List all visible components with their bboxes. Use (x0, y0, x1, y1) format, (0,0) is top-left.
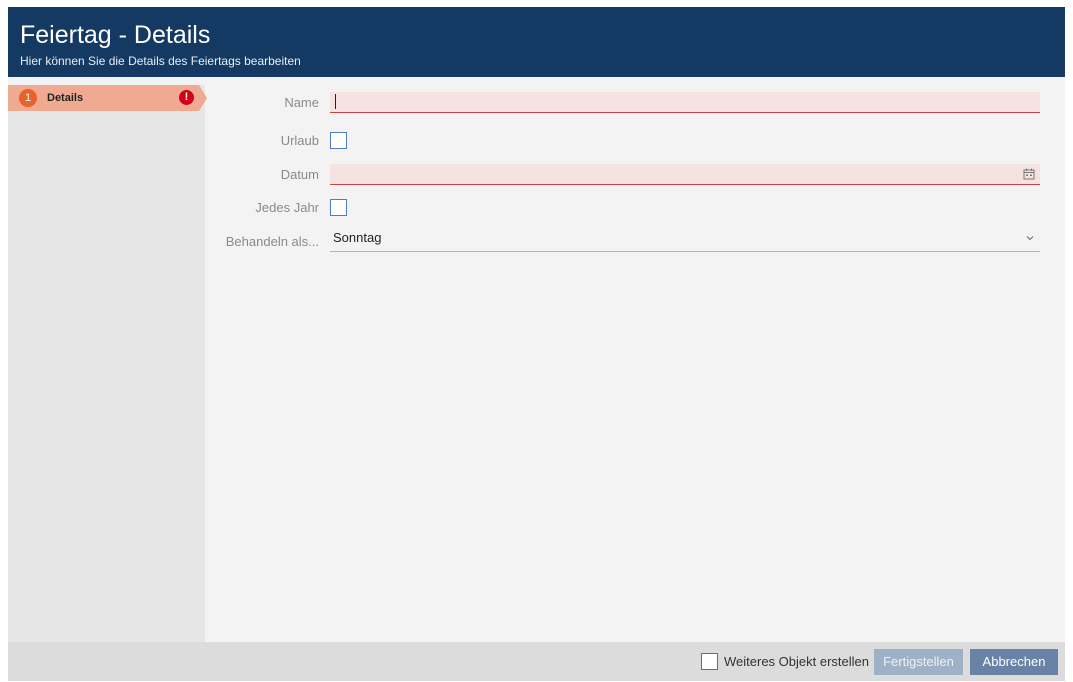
error-exclamation-icon: ! (179, 90, 194, 105)
vacation-label: Urlaub (280, 133, 319, 148)
treat-as-value: Sonntag (333, 230, 382, 245)
name-label: Name (284, 95, 319, 110)
finish-button[interactable]: Fertigstellen (874, 649, 963, 675)
cancel-button[interactable]: Abbrechen (970, 649, 1058, 675)
treat-as-select[interactable]: Sonntag (330, 227, 1040, 252)
dialog-title: Feiertag - Details (20, 21, 211, 49)
date-input[interactable] (330, 164, 1040, 185)
calendar-icon[interactable] (1023, 168, 1035, 180)
step-details[interactable]: 1 Details ! (8, 85, 199, 111)
every-year-checkbox[interactable] (330, 199, 347, 216)
create-another-checkbox[interactable] (701, 653, 718, 670)
step-label: Details (47, 92, 84, 104)
holiday-details-dialog: Feiertag - Details Hier können Sie die D… (8, 7, 1065, 681)
dialog-footer: Weiteres Objekt erstellen Fertigstellen … (8, 642, 1065, 681)
treat-as-label: Behandeln als... (225, 234, 319, 249)
vacation-checkbox[interactable] (330, 132, 347, 149)
dialog-subtitle: Hier können Sie die Details des Feiertag… (20, 54, 301, 68)
name-input[interactable] (330, 92, 1040, 113)
step-number-badge: 1 (19, 89, 37, 107)
details-form: Name Urlaub Datum Jedes Jahr Behandeln a… (205, 85, 1065, 642)
create-another-label[interactable]: Weiteres Objekt erstellen (724, 654, 869, 670)
date-label: Datum (280, 167, 319, 182)
chevron-down-icon (1026, 236, 1034, 241)
every-year-label: Jedes Jahr (255, 200, 319, 215)
text-caret (335, 94, 336, 109)
wizard-sidebar: 1 Details ! (8, 85, 207, 642)
dialog-header: Feiertag - Details Hier können Sie die D… (8, 7, 1065, 77)
